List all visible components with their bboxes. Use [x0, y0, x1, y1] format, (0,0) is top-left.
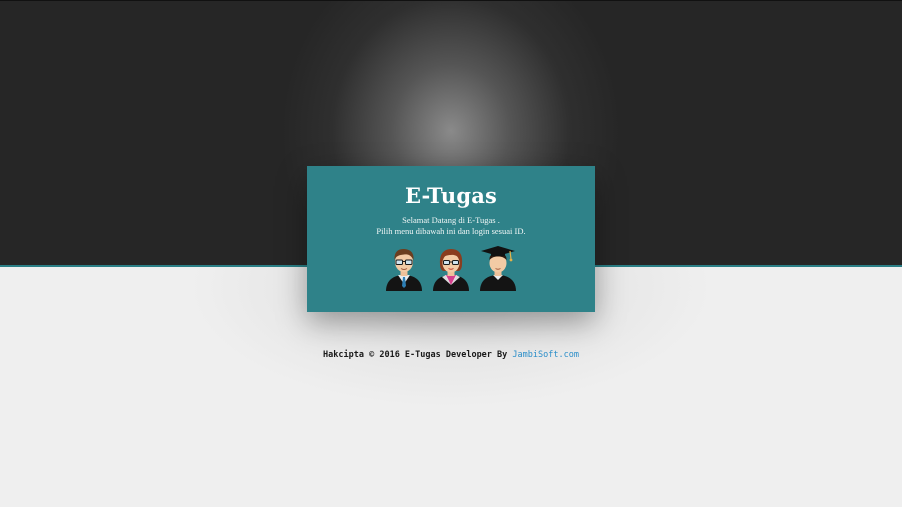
- teacher-icon[interactable]: [384, 244, 424, 292]
- welcome-line-2: Pilih menu dibawah ini dan login sesuai …: [376, 226, 526, 236]
- welcome-panel: E-Tugas Selamat Datang di E-Tugas . Pili…: [307, 166, 595, 312]
- footer: Hakcipta © 2016 E-Tugas Developer By Jam…: [0, 350, 902, 360]
- graduate-student-icon[interactable]: [478, 244, 518, 292]
- staff-woman-icon[interactable]: [431, 244, 471, 292]
- app-title: E-Tugas: [404, 183, 498, 208]
- developer-link[interactable]: JambiSoft.com: [512, 350, 579, 360]
- welcome-line-1: Selamat Datang di E-Tugas .: [402, 215, 500, 225]
- welcome-text: Selamat Datang di E-Tugas . Pilih menu d…: [307, 215, 595, 237]
- role-menu: [307, 244, 595, 292]
- copyright-text: Hakcipta © 2016 E-Tugas Developer By: [323, 350, 513, 360]
